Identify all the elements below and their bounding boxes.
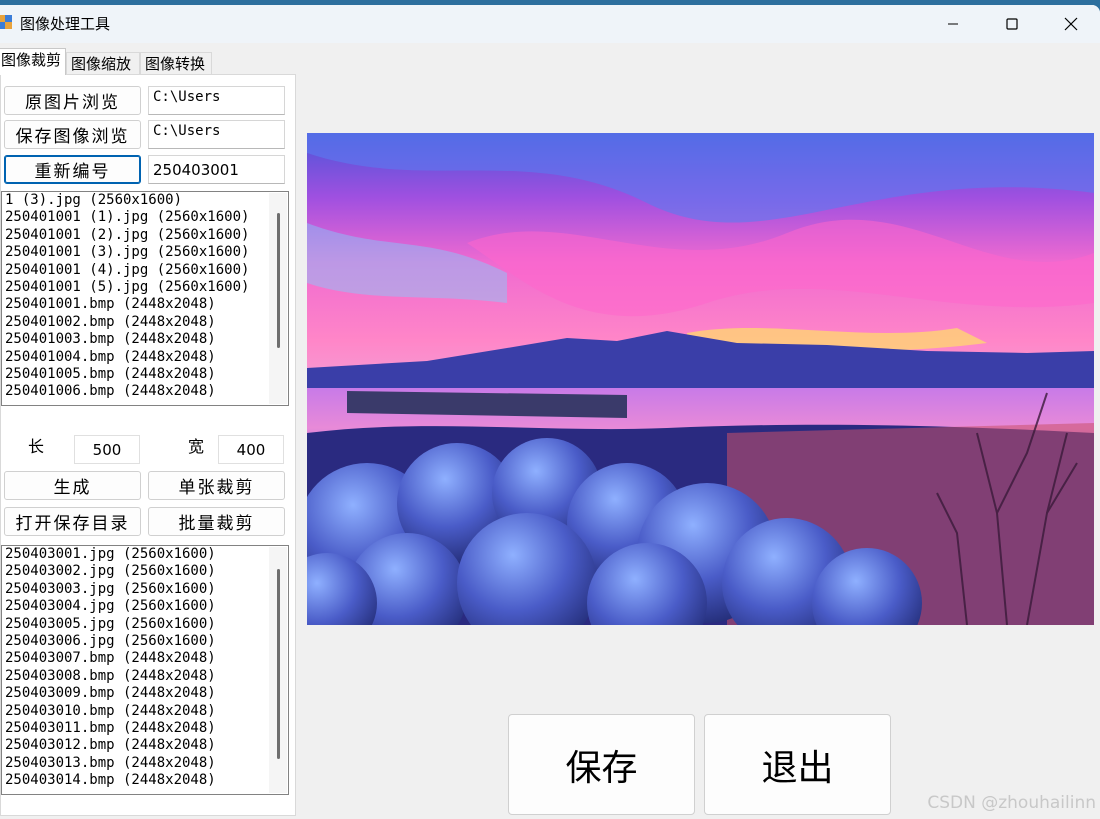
minimize-button[interactable] xyxy=(924,5,982,43)
list-item[interactable]: 250403003.jpg (2560x1600) xyxy=(2,581,288,598)
close-button[interactable] xyxy=(1042,5,1100,43)
list-item[interactable]: 250403005.jpg (2560x1600) xyxy=(2,616,288,633)
source-path-field[interactable]: C:\Users xyxy=(148,86,285,115)
list-item[interactable]: 250403014.bmp (2448x2048) xyxy=(2,772,288,789)
source-list-scrollbar[interactable] xyxy=(269,193,287,404)
list-item[interactable]: 250401001 (4).jpg (2560x1600) xyxy=(2,262,288,279)
app-window: 图像处理工具 图像裁剪 图像缩放 图像转换 原图片浏览 C:\Users 保存图… xyxy=(0,5,1100,819)
output-list-scrollbar[interactable] xyxy=(269,547,287,793)
list-item[interactable]: 250401002.bmp (2448x2048) xyxy=(2,314,288,331)
save-path-field[interactable]: C:\Users xyxy=(148,120,285,149)
tab-image-crop[interactable]: 图像裁剪 xyxy=(0,48,66,75)
generate-button[interactable]: 生成 xyxy=(4,471,141,500)
window-title: 图像处理工具 xyxy=(20,15,111,33)
list-item[interactable]: 250403010.bmp (2448x2048) xyxy=(2,703,288,720)
renumber-start-field[interactable]: 250403001 xyxy=(148,155,285,184)
preview-image xyxy=(307,133,1094,625)
output-file-items: 250403001.jpg (2560x1600) 250403002.jpg (… xyxy=(2,546,288,790)
watermark: CSDN @zhouhailinn xyxy=(927,793,1096,813)
list-item[interactable]: 1 (3).jpg (2560x1600) xyxy=(2,192,288,209)
list-item[interactable]: 250403009.bmp (2448x2048) xyxy=(2,685,288,702)
list-item[interactable]: 250403008.bmp (2448x2048) xyxy=(2,668,288,685)
output-list-scroll-thumb[interactable] xyxy=(277,569,280,759)
client-area: 图像裁剪 图像缩放 图像转换 原图片浏览 C:\Users 保存图像浏览 C:\… xyxy=(0,43,1100,819)
width-input[interactable]: 400 xyxy=(218,435,284,464)
list-item[interactable]: 250403002.jpg (2560x1600) xyxy=(2,563,288,580)
list-item[interactable]: 250403006.jpg (2560x1600) xyxy=(2,633,288,650)
open-save-dir-button[interactable]: 打开保存目录 xyxy=(4,507,141,536)
source-file-items: 1 (3).jpg (2560x1600) 250401001 (1).jpg (… xyxy=(2,192,288,401)
tab-image-resize[interactable]: 图像缩放 xyxy=(66,52,140,74)
browse-save-button[interactable]: 保存图像浏览 xyxy=(4,120,141,149)
list-item[interactable]: 250401005.bmp (2448x2048) xyxy=(2,366,288,383)
browse-source-button[interactable]: 原图片浏览 xyxy=(4,86,141,115)
minimize-icon xyxy=(948,23,958,25)
list-item[interactable]: 250401001 (3).jpg (2560x1600) xyxy=(2,244,288,261)
list-item[interactable]: 250401003.bmp (2448x2048) xyxy=(2,331,288,348)
list-item[interactable]: 250403011.bmp (2448x2048) xyxy=(2,720,288,737)
batch-crop-button[interactable]: 批量裁剪 xyxy=(148,507,285,536)
list-item[interactable]: 250401006.bmp (2448x2048) xyxy=(2,383,288,400)
output-file-list[interactable]: 250403001.jpg (2560x1600) 250403002.jpg (… xyxy=(1,545,289,795)
length-label: 长 xyxy=(28,437,45,456)
title-bar[interactable]: 图像处理工具 xyxy=(0,5,1100,43)
list-item[interactable]: 250403012.bmp (2448x2048) xyxy=(2,737,288,754)
close-icon xyxy=(1064,17,1078,31)
source-list-scroll-thumb[interactable] xyxy=(277,213,280,348)
list-item[interactable]: 250401001.bmp (2448x2048) xyxy=(2,296,288,313)
single-crop-button[interactable]: 单张裁剪 xyxy=(148,471,285,500)
list-item[interactable]: 250403001.jpg (2560x1600) xyxy=(2,546,288,563)
list-item[interactable]: 250403013.bmp (2448x2048) xyxy=(2,755,288,772)
list-item[interactable]: 250401004.bmp (2448x2048) xyxy=(2,349,288,366)
list-item[interactable]: 250401001 (2).jpg (2560x1600) xyxy=(2,227,288,244)
source-file-list[interactable]: 1 (3).jpg (2560x1600) 250401001 (1).jpg (… xyxy=(1,191,289,406)
list-item[interactable]: 250401001 (1).jpg (2560x1600) xyxy=(2,209,288,226)
list-item[interactable]: 250403004.jpg (2560x1600) xyxy=(2,598,288,615)
list-item[interactable]: 250401001 (5).jpg (2560x1600) xyxy=(2,279,288,296)
landscape-image-icon xyxy=(307,133,1094,625)
renumber-button[interactable]: 重新编号 xyxy=(4,155,141,184)
maximize-icon xyxy=(1006,18,1018,30)
save-button[interactable]: 保存 xyxy=(508,714,695,815)
length-input[interactable]: 500 xyxy=(74,435,140,464)
crop-tab-page: 原图片浏览 C:\Users 保存图像浏览 C:\Users 重新编号 2504… xyxy=(0,74,296,816)
width-label: 宽 xyxy=(188,437,205,456)
maximize-button[interactable] xyxy=(983,5,1041,43)
tab-image-convert[interactable]: 图像转换 xyxy=(140,52,212,74)
list-item[interactable]: 250403007.bmp (2448x2048) xyxy=(2,650,288,667)
exit-button[interactable]: 退出 xyxy=(704,714,891,815)
app-icon xyxy=(0,15,12,29)
